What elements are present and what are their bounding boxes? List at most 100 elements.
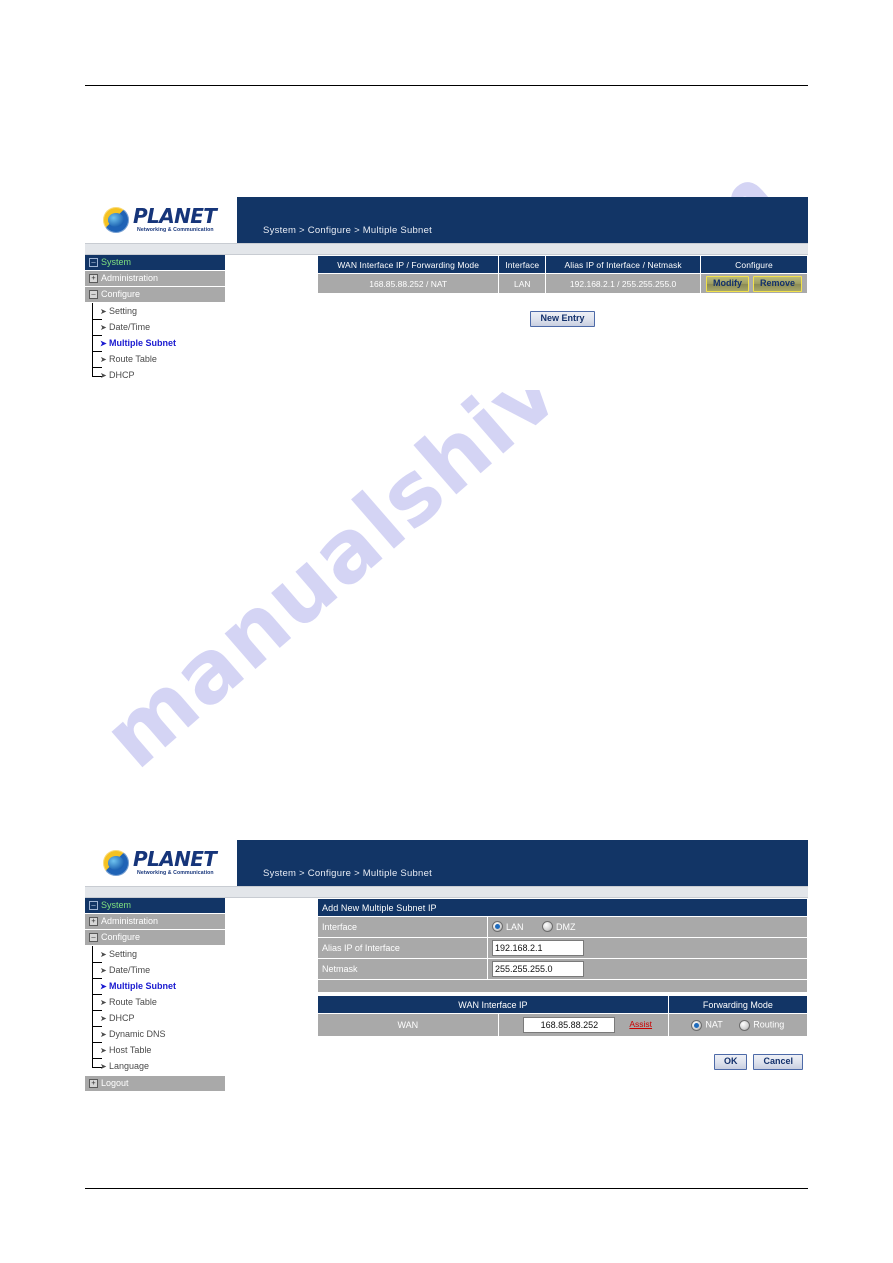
sidebar-header-label: System	[101, 257, 132, 268]
expand-icon[interactable]: +	[89, 917, 98, 927]
sidebar-item-dynamic-dns[interactable]: ➤ Dynamic DNS	[85, 1026, 225, 1043]
interface-label: Interface	[317, 916, 488, 938]
sidebar: – System + Administration – Configure ➤ Set…	[85, 898, 225, 1092]
netmask-value: 255.255.255.0	[487, 958, 808, 980]
sidebar-item-host-table[interactable]: ➤ Host Table	[85, 1042, 225, 1059]
header-separator	[85, 886, 808, 898]
sidebar-item-dhcp[interactable]: ➤ DHCP	[85, 1010, 225, 1027]
globe-icon	[103, 850, 129, 876]
forwarding-mode-cell: NAT Routing	[667, 1013, 809, 1037]
alias-ip-input[interactable]: 192.168.2.1	[492, 939, 584, 956]
wan-header-row: WAN Interface IP Forwarding Mode	[317, 995, 809, 1014]
modify-button[interactable]: Modify	[706, 275, 750, 292]
sidebar-group-configure[interactable]: – Configure	[85, 287, 225, 302]
cell-wan-ip-mode: 168.85.88.252 / NAT	[316, 273, 500, 294]
radio-icon[interactable]	[492, 921, 503, 933]
sidebar-item-setting[interactable]: ➤ Setting	[85, 303, 225, 320]
sidebar-group-label: Configure	[101, 932, 141, 943]
add-subnet-panel: Add New Multiple Subnet IP Interface LAN…	[317, 898, 809, 1070]
sidebar-item-logout[interactable]: + Logout	[85, 1076, 225, 1091]
arrow-icon: ➤	[100, 371, 107, 380]
sidebar-header-system[interactable]: – System	[85, 255, 225, 270]
sidebar-item-date-time[interactable]: ➤ Date/Time	[85, 319, 225, 336]
ok-button[interactable]: OK	[713, 1054, 748, 1070]
sidebar-header-system[interactable]: – System	[85, 898, 225, 913]
radio-option-dmz[interactable]: DMZ	[541, 918, 575, 936]
cell-configure: Modify Remove	[700, 273, 808, 294]
collapse-icon[interactable]: –	[89, 290, 98, 300]
panel-spacer-row	[317, 979, 808, 993]
field-row-interface: Interface LAN DMZ	[317, 916, 808, 938]
page-footer-rule	[85, 1188, 808, 1189]
remove-button[interactable]: Remove	[753, 275, 803, 292]
sidebar-item-label: Multiple Subnet	[109, 981, 176, 991]
expand-icon[interactable]: +	[89, 274, 98, 284]
assist-link[interactable]: Assist	[629, 1019, 652, 1029]
collapse-icon[interactable]: –	[89, 258, 98, 268]
radio-option-lan[interactable]: LAN	[492, 918, 524, 936]
header-separator	[85, 243, 808, 255]
header-banner	[237, 840, 808, 886]
arrow-icon: ➤	[100, 950, 107, 959]
sidebar-item-label: Multiple Subnet	[109, 338, 176, 348]
cancel-button[interactable]: Cancel	[753, 1054, 803, 1070]
sidebar-item-route-table[interactable]: ➤ Route Table	[85, 994, 225, 1011]
panel-title-row: Add New Multiple Subnet IP	[317, 898, 808, 917]
planet-logo: PLANET Networking & Communication	[103, 847, 233, 881]
brand-name: PLANET	[133, 847, 217, 871]
arrow-icon: ➤	[100, 998, 107, 1007]
sidebar-group-label: Administration	[101, 916, 159, 927]
sidebar-item-label: Route Table	[109, 997, 157, 1007]
content-area: WAN Interface IP / Forwarding Mode Inter…	[316, 255, 808, 327]
collapse-icon[interactable]: –	[89, 933, 98, 943]
radio-label: Routing	[753, 1020, 785, 1031]
screenshot-add-multiple-subnet-form: PLANET Networking & Communication System…	[85, 840, 809, 1098]
sidebar-header-label: System	[101, 900, 132, 911]
radio-option-routing[interactable]: Routing	[739, 1019, 785, 1031]
sidebar-item-label: Host Table	[109, 1045, 152, 1055]
new-entry-row: New Entry	[317, 294, 808, 327]
sidebar-group-label: Configure	[101, 289, 141, 300]
content-area: Add New Multiple Subnet IP Interface LAN…	[317, 898, 809, 1070]
radio-icon[interactable]	[541, 921, 553, 933]
sidebar-item-date-time[interactable]: ➤ Date/Time	[85, 962, 225, 979]
brand-tagline: Networking & Communication	[137, 227, 214, 233]
arrow-icon: ➤	[100, 982, 107, 991]
breadcrumb: System > Configure > Multiple Subnet	[263, 225, 433, 236]
sidebar-item-label: Logout	[101, 1078, 129, 1089]
sidebar-item-multiple-subnet[interactable]: ➤ Multiple Subnet	[85, 978, 225, 995]
sidebar-item-multiple-subnet[interactable]: ➤ Multiple Subnet	[85, 335, 225, 352]
multiple-subnet-table: WAN Interface IP / Forwarding Mode Inter…	[316, 255, 808, 294]
sidebar-item-language[interactable]: ➤ Language	[85, 1058, 225, 1074]
form-actions: OK Cancel	[317, 1037, 808, 1070]
sidebar-item-label: Date/Time	[109, 322, 151, 332]
sidebar-group-configure[interactable]: – Configure	[85, 930, 225, 945]
arrow-icon: ➤	[100, 966, 107, 975]
panel-title: Add New Multiple Subnet IP	[317, 898, 808, 917]
sidebar-item-setting[interactable]: ➤ Setting	[85, 946, 225, 963]
page-header-rule	[85, 85, 808, 86]
wan-ip-input[interactable]: 168.85.88.252	[523, 1017, 616, 1033]
expand-icon[interactable]: +	[89, 1079, 98, 1089]
app-body: – System + Administration – Configure ➤ Set…	[85, 898, 809, 1098]
collapse-icon[interactable]: –	[89, 901, 98, 911]
arrow-icon: ➤	[100, 307, 107, 316]
wan-section-header: WAN Interface IP	[317, 995, 669, 1014]
radio-option-nat[interactable]: NAT	[691, 1019, 723, 1031]
sidebar-group-administration[interactable]: + Administration	[85, 271, 225, 286]
sidebar-item-route-table[interactable]: ➤ Route Table	[85, 351, 225, 368]
sidebar-item-label: DHCP	[109, 1013, 135, 1023]
arrow-icon: ➤	[100, 323, 107, 332]
brand-tagline: Networking & Communication	[137, 870, 214, 876]
arrow-icon: ➤	[100, 355, 107, 364]
sidebar-item-dhcp[interactable]: ➤ DHCP	[85, 367, 225, 383]
panel-spacer	[317, 979, 808, 993]
new-entry-button[interactable]: New Entry	[530, 311, 595, 327]
sidebar-item-label: Date/Time	[109, 965, 151, 975]
table-header-row: WAN Interface IP / Forwarding Mode Inter…	[316, 255, 808, 274]
alias-ip-value: 192.168.2.1	[487, 937, 808, 959]
netmask-input[interactable]: 255.255.255.0	[492, 960, 584, 977]
radio-icon[interactable]	[739, 1019, 751, 1031]
radio-icon[interactable]	[691, 1019, 703, 1031]
sidebar-group-administration[interactable]: + Administration	[85, 914, 225, 929]
